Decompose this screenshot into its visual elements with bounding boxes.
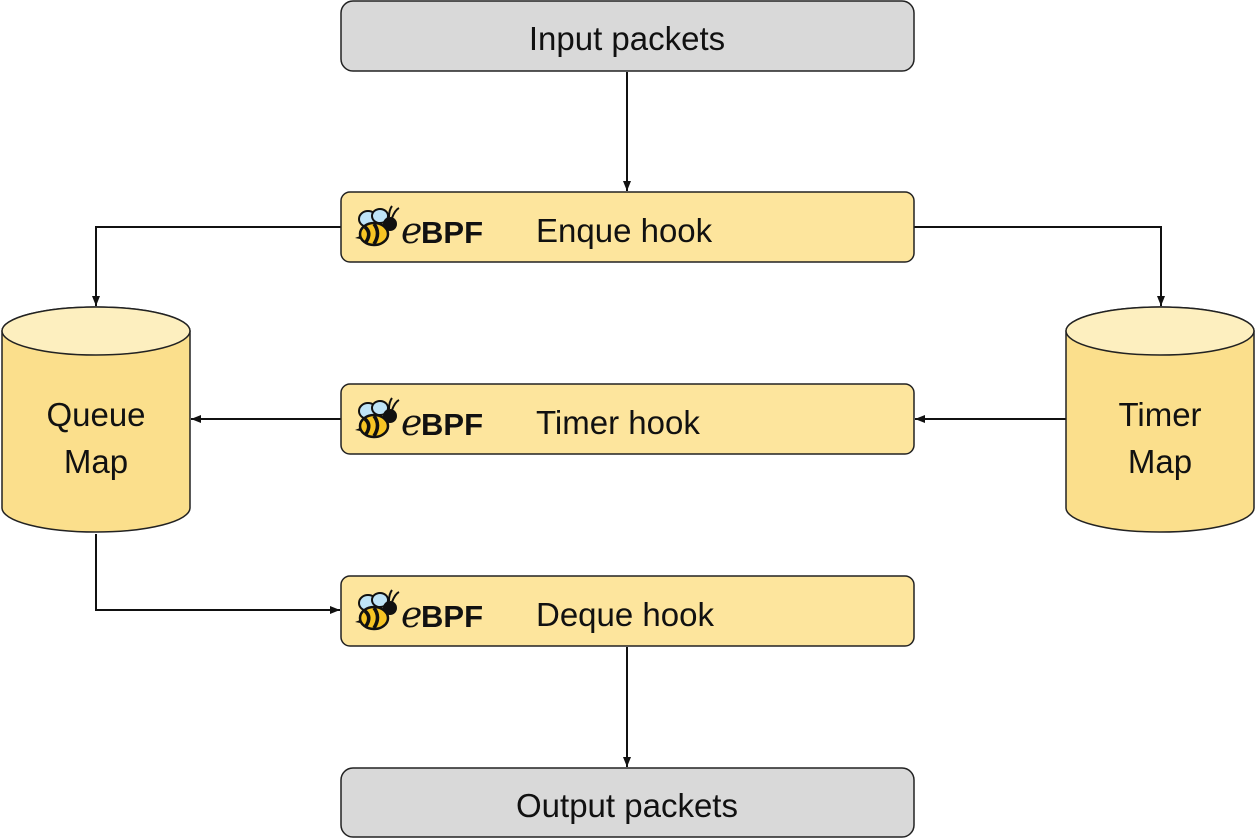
dequeue-hook-label: Deque hook: [536, 596, 714, 633]
timer-map-label-line2: Map: [1128, 443, 1192, 480]
ebpf-logo-suffix: BPF: [421, 599, 483, 634]
timer-map-label-line1: Timer: [1118, 396, 1201, 433]
queue-map-label-line2: Map: [64, 443, 128, 480]
timer-hook-box: e BPF Timer hook: [340, 383, 915, 455]
ebpf-logo-prefix: e: [401, 595, 422, 636]
output-packets-label: Output packets: [516, 787, 738, 824]
input-packets-label: Input packets: [529, 20, 725, 57]
arrow-enqueue-to-timer-map: [914, 226, 1165, 306]
queue-map-label-line1: Queue: [46, 396, 145, 433]
arrow-queue-map-to-dequeue: [95, 534, 340, 614]
ebpf-logo-suffix: BPF: [421, 215, 483, 250]
queue-map-cylinder: Queue Map: [1, 306, 191, 533]
ebpf-logo-prefix: e: [401, 403, 422, 444]
timer-map-cylinder: Timer Map: [1065, 306, 1255, 533]
output-packets-box: Output packets: [340, 767, 915, 838]
arrow-enqueue-to-queue-map: [92, 226, 341, 306]
enqueue-hook-box: e BPF Enque hook: [340, 191, 915, 263]
ebpf-queue-diagram: Input packets e BPF Enque hook e BPF Tim…: [1, 0, 1255, 838]
enqueue-hook-label: Enque hook: [536, 212, 713, 249]
ebpf-logo-prefix: e: [401, 211, 422, 252]
timer-hook-label: Timer hook: [536, 404, 700, 441]
ebpf-logo-suffix: BPF: [421, 407, 483, 442]
dequeue-hook-box: e BPF Deque hook: [340, 575, 915, 647]
input-packets-box: Input packets: [340, 0, 915, 72]
